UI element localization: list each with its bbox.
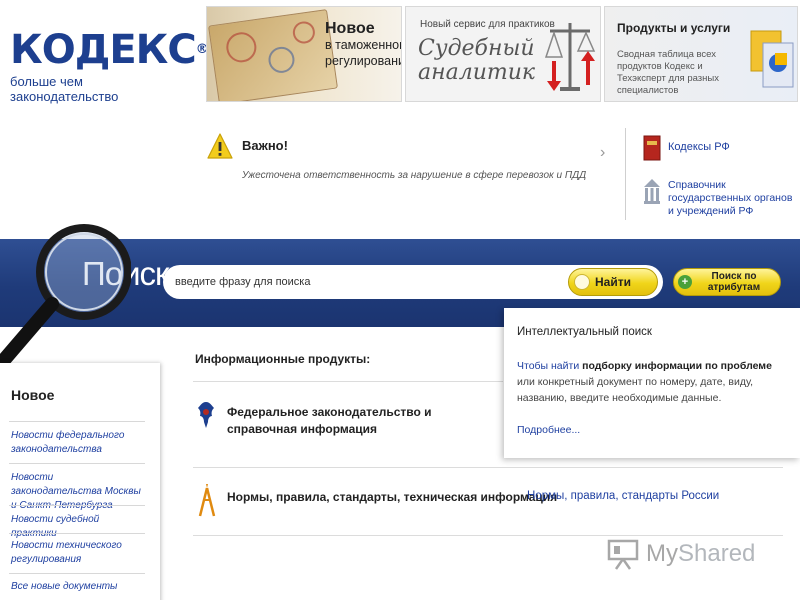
divider — [9, 573, 145, 574]
divider — [193, 467, 783, 468]
news-sidebar: Новое Новости федерального законодательс… — [0, 363, 160, 600]
coat-of-arms-icon — [198, 402, 214, 428]
logo-wordmark: КОДЕКС® — [10, 27, 209, 73]
kodeks-logo[interactable]: КОДЕКС® больше чем законодательство — [10, 27, 209, 104]
banner-products-text: Сводная таблица всех продуктов Кодекс и … — [617, 49, 719, 96]
compass-tool-icon — [198, 484, 216, 517]
banner-products-services[interactable]: Продукты и услуги Сводная таблица всех п… — [604, 6, 798, 102]
important-title: Важно! — [242, 138, 288, 153]
banner-court-title: Судебный аналитик — [418, 36, 536, 85]
scales-icon — [544, 23, 596, 91]
popup-more-link[interactable]: Подробнее... — [517, 424, 580, 436]
important-text[interactable]: Ужесточена ответственность за нарушение … — [242, 170, 586, 181]
link-gov-directory[interactable]: Справочник государственных органов и учр… — [668, 179, 793, 218]
sidebar-title: Новое — [11, 387, 55, 403]
watermark-text: MyShared — [646, 540, 756, 567]
link-codes-rf[interactable]: Кодексы РФ — [668, 141, 730, 153]
divider — [9, 463, 145, 464]
find-button-icon — [574, 274, 590, 290]
vertical-divider — [625, 128, 626, 220]
banner-customs-title: Новое в таможенном регулировании — [325, 20, 402, 69]
popup-text: Чтобы найти подборку информации по пробл… — [517, 360, 772, 404]
divider — [9, 533, 145, 534]
popup-title: Интеллектуальный поиск — [517, 326, 652, 338]
magnifier-illustration — [0, 224, 131, 367]
sidebar-item-moscow-spb-news[interactable]: Новости законодательства Москвы и Санкт-… — [11, 471, 145, 513]
product-norms-standards[interactable]: Нормы, правила, стандарты, техническая и… — [227, 490, 557, 504]
code-book-icon — [643, 135, 661, 161]
link-norms-russia[interactable]: Нормы, правила, стандарты России — [527, 490, 719, 502]
banner-court-analyst[interactable]: Новый сервис для практиков Судебный анал… — [405, 6, 601, 102]
divider — [9, 421, 145, 422]
sidebar-item-tech-regulation-news[interactable]: Новости технического регулирования — [11, 539, 145, 567]
presentation-board-icon — [607, 539, 639, 570]
divider — [193, 535, 783, 536]
banner-court-subtitle: Новый сервис для практиков — [420, 19, 555, 30]
passport-illustration — [208, 9, 338, 101]
logo-tagline: больше чем законодательство — [10, 74, 119, 104]
attribute-search-button[interactable]: + Поиск по атрибутам — [673, 268, 781, 296]
product-federal-legislation[interactable]: Федеральное законодательство и справочна… — [227, 404, 497, 438]
banner-customs[interactable]: Новое в таможенном регулировании — [206, 6, 402, 102]
chevron-right-icon[interactable]: › — [600, 144, 605, 162]
product-boxes-icon — [750, 30, 794, 88]
plus-icon: + — [678, 275, 692, 289]
government-building-icon — [644, 179, 660, 204]
find-button[interactable]: Найти — [568, 268, 658, 296]
divider — [193, 381, 503, 382]
sidebar-item-federal-news[interactable]: Новости федерального законодательства — [11, 429, 145, 457]
banner-products-title: Продукты и услуги — [617, 21, 731, 35]
warning-icon — [207, 133, 233, 159]
sidebar-item-court-news[interactable]: Новости судебной практики — [11, 513, 145, 541]
info-products-title: Информационные продукты: — [195, 352, 371, 366]
sidebar-item-all-new-documents[interactable]: Все новые документы — [11, 580, 145, 594]
intelligent-search-popup: Интеллектуальный поиск Чтобы найти подбо… — [504, 308, 800, 458]
divider — [9, 505, 145, 506]
